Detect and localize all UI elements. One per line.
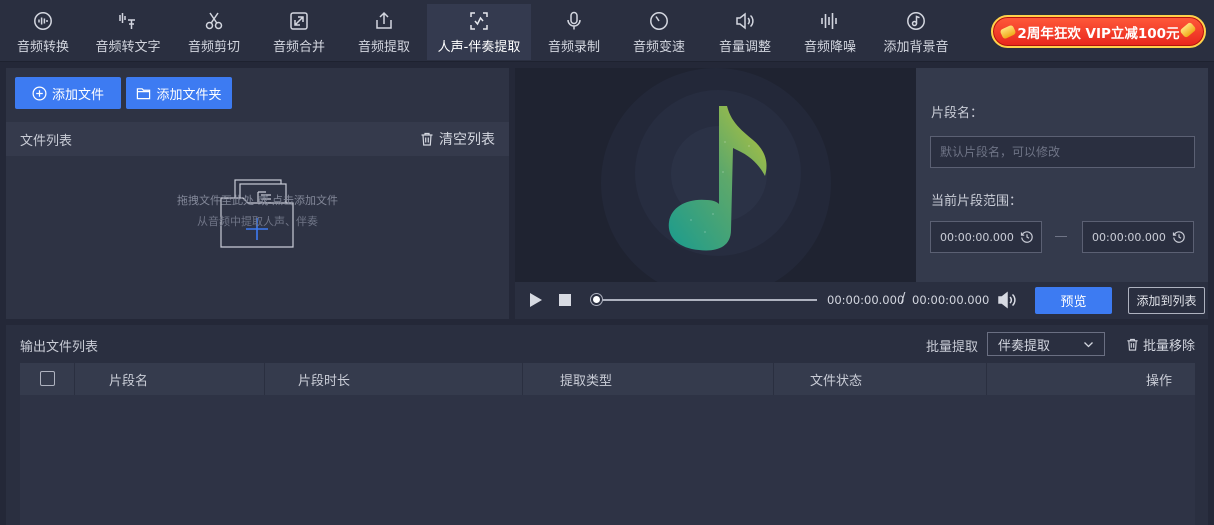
folder-icon <box>137 87 151 99</box>
file-drop-zone[interactable] <box>6 156 509 319</box>
tool-label: 音频转文字 <box>95 40 161 55</box>
start-time-value: 00:00:00.000 <box>940 230 1014 244</box>
coin-icon <box>999 24 1017 40</box>
column-actions[interactable]: 操作 <box>1146 363 1172 395</box>
segment-name-label: 片段名： <box>931 106 984 121</box>
clear-list-button[interactable]: 清空列表 <box>420 122 495 156</box>
preview-button[interactable]: 预览 <box>1035 287 1112 314</box>
tool-label: 音频剪切 <box>187 40 240 55</box>
segment-range-label: 当前片段范围： <box>931 194 1023 209</box>
total-time: 00:00:00.000 <box>912 293 990 307</box>
tool-audio-record[interactable]: 音频录制 <box>537 4 611 60</box>
upload-extract-icon <box>374 11 394 31</box>
waveform-circle-icon <box>33 11 53 31</box>
output-table: 片段名 片段时长 提取类型 文件状态 操作 <box>20 363 1195 525</box>
coin-icon <box>1179 21 1197 39</box>
end-time-field[interactable]: 00:00:00.000 <box>1082 221 1194 253</box>
file-list-title: 文件列表 <box>20 133 73 149</box>
tool-vocal-extract[interactable]: 人声-伴奏提取 <box>427 4 531 60</box>
column-divider <box>74 363 75 395</box>
reset-clock-icon[interactable] <box>1172 230 1186 244</box>
tool-label: 音频合并 <box>272 40 325 55</box>
batch-remove-button[interactable]: 批量移除 <box>1126 335 1195 354</box>
volume-icon[interactable] <box>998 291 1018 309</box>
top-toolbar: 音频转换 音频转文字 音频剪切 音频合并 音频提取 人声-伴奏提取 音频录制 音… <box>0 0 1214 62</box>
add-folder-label: 添加文件夹 <box>156 87 222 103</box>
file-list-header: 文件列表 清空列表 <box>6 122 509 156</box>
stop-icon[interactable] <box>559 294 571 306</box>
trash-icon <box>1127 338 1138 351</box>
drop-sub-hint: 从音频中提取人声、伴奏 <box>197 215 318 228</box>
add-to-list-button[interactable]: 添加到列表 <box>1128 287 1205 314</box>
start-time-field[interactable]: 00:00:00.000 <box>930 221 1042 253</box>
vocal-scan-icon <box>469 11 489 31</box>
noise-bars-icon <box>820 11 840 31</box>
progress-track[interactable] <box>595 299 817 301</box>
music-note-icon <box>668 106 767 251</box>
microphone-icon <box>564 11 584 31</box>
select-all-checkbox[interactable] <box>40 371 55 386</box>
scissors-icon <box>204 11 224 31</box>
tool-add-background[interactable]: 添加背景音 <box>876 4 956 60</box>
play-icon[interactable] <box>529 292 543 308</box>
segment-name-input[interactable] <box>930 136 1195 168</box>
range-dash <box>1055 236 1067 237</box>
current-time: 00:00:00.000 <box>827 293 905 307</box>
trash-icon <box>421 132 433 146</box>
tool-label: 音频提取 <box>357 40 410 55</box>
add-folder-button[interactable]: 添加文件夹 <box>126 77 232 109</box>
tool-noise-reduce[interactable]: 音频降噪 <box>793 4 867 60</box>
promo-banner[interactable]: 2周年狂欢 VIP立减100元 <box>991 15 1206 48</box>
tool-label: 人声-伴奏提取 <box>437 40 521 55</box>
plus-circle-icon <box>32 86 47 100</box>
tool-label: 音频变速 <box>632 40 685 55</box>
column-divider <box>773 363 774 395</box>
column-extract-type[interactable]: 提取类型 <box>560 363 612 395</box>
output-title: 输出文件列表 <box>20 340 99 355</box>
promo-text: 2周年狂欢 VIP立减100元 <box>1017 25 1180 42</box>
tool-audio-speed[interactable]: 音频变速 <box>622 4 696 60</box>
batch-extract-select[interactable]: 伴奏提取 <box>987 332 1105 356</box>
tool-label: 音频录制 <box>547 40 600 55</box>
column-divider <box>264 363 265 395</box>
music-note-circle-icon <box>906 11 926 31</box>
segment-panel: 片段名： 当前片段范围： 00:00:00.000 00:00:00.000 <box>916 68 1208 282</box>
add-file-button[interactable]: 添加文件 <box>15 77 121 109</box>
table-header: 片段名 片段时长 提取类型 文件状态 操作 <box>20 363 1195 395</box>
output-panel: 输出文件列表 批量提取 伴奏提取 批量移除 片段名 片段时长 提取类型 文件状态… <box>6 325 1208 525</box>
tool-label: 音频转换 <box>16 40 69 55</box>
voice-text-icon <box>118 11 138 31</box>
column-segment-duration[interactable]: 片段时长 <box>298 363 350 395</box>
audio-preview <box>515 68 916 282</box>
batch-extract-label: 批量提取 <box>926 340 979 355</box>
column-segment-name[interactable]: 片段名 <box>109 363 148 395</box>
end-time-value: 00:00:00.000 <box>1092 230 1166 244</box>
drop-hint: 拖拽文件至此处 或 点击添加文件 <box>177 194 338 207</box>
column-file-status[interactable]: 文件状态 <box>810 363 862 395</box>
tool-audio-extract[interactable]: 音频提取 <box>347 4 421 60</box>
batch-extract-value: 伴奏提取 <box>998 338 1051 354</box>
chevron-down-icon <box>1084 341 1093 347</box>
batch-remove-label: 批量移除 <box>1143 339 1196 354</box>
player-controls: 00:00:00.000 / 00:00:00.000 预览 添加到列表 <box>515 282 1208 319</box>
clear-list-label: 清空列表 <box>439 132 495 148</box>
tool-label: 添加背景音 <box>883 40 949 55</box>
merge-icon <box>289 11 309 31</box>
tool-audio-to-text[interactable]: 音频转文字 <box>88 4 168 60</box>
volume-adjust-icon <box>735 11 755 31</box>
column-divider <box>522 363 523 395</box>
time-separator: / <box>901 291 906 306</box>
tool-label: 音频降噪 <box>803 40 856 55</box>
reset-clock-icon[interactable] <box>1020 230 1034 244</box>
tool-label: 音量调整 <box>718 40 771 55</box>
column-divider <box>986 363 987 395</box>
tool-audio-cut[interactable]: 音频剪切 <box>177 4 251 60</box>
add-file-label: 添加文件 <box>51 87 104 103</box>
tool-audio-convert[interactable]: 音频转换 <box>6 4 80 60</box>
tool-volume-adjust[interactable]: 音量调整 <box>708 4 782 60</box>
tool-audio-merge[interactable]: 音频合并 <box>262 4 336 60</box>
speed-dial-icon <box>649 11 669 31</box>
progress-knob[interactable] <box>591 294 602 305</box>
